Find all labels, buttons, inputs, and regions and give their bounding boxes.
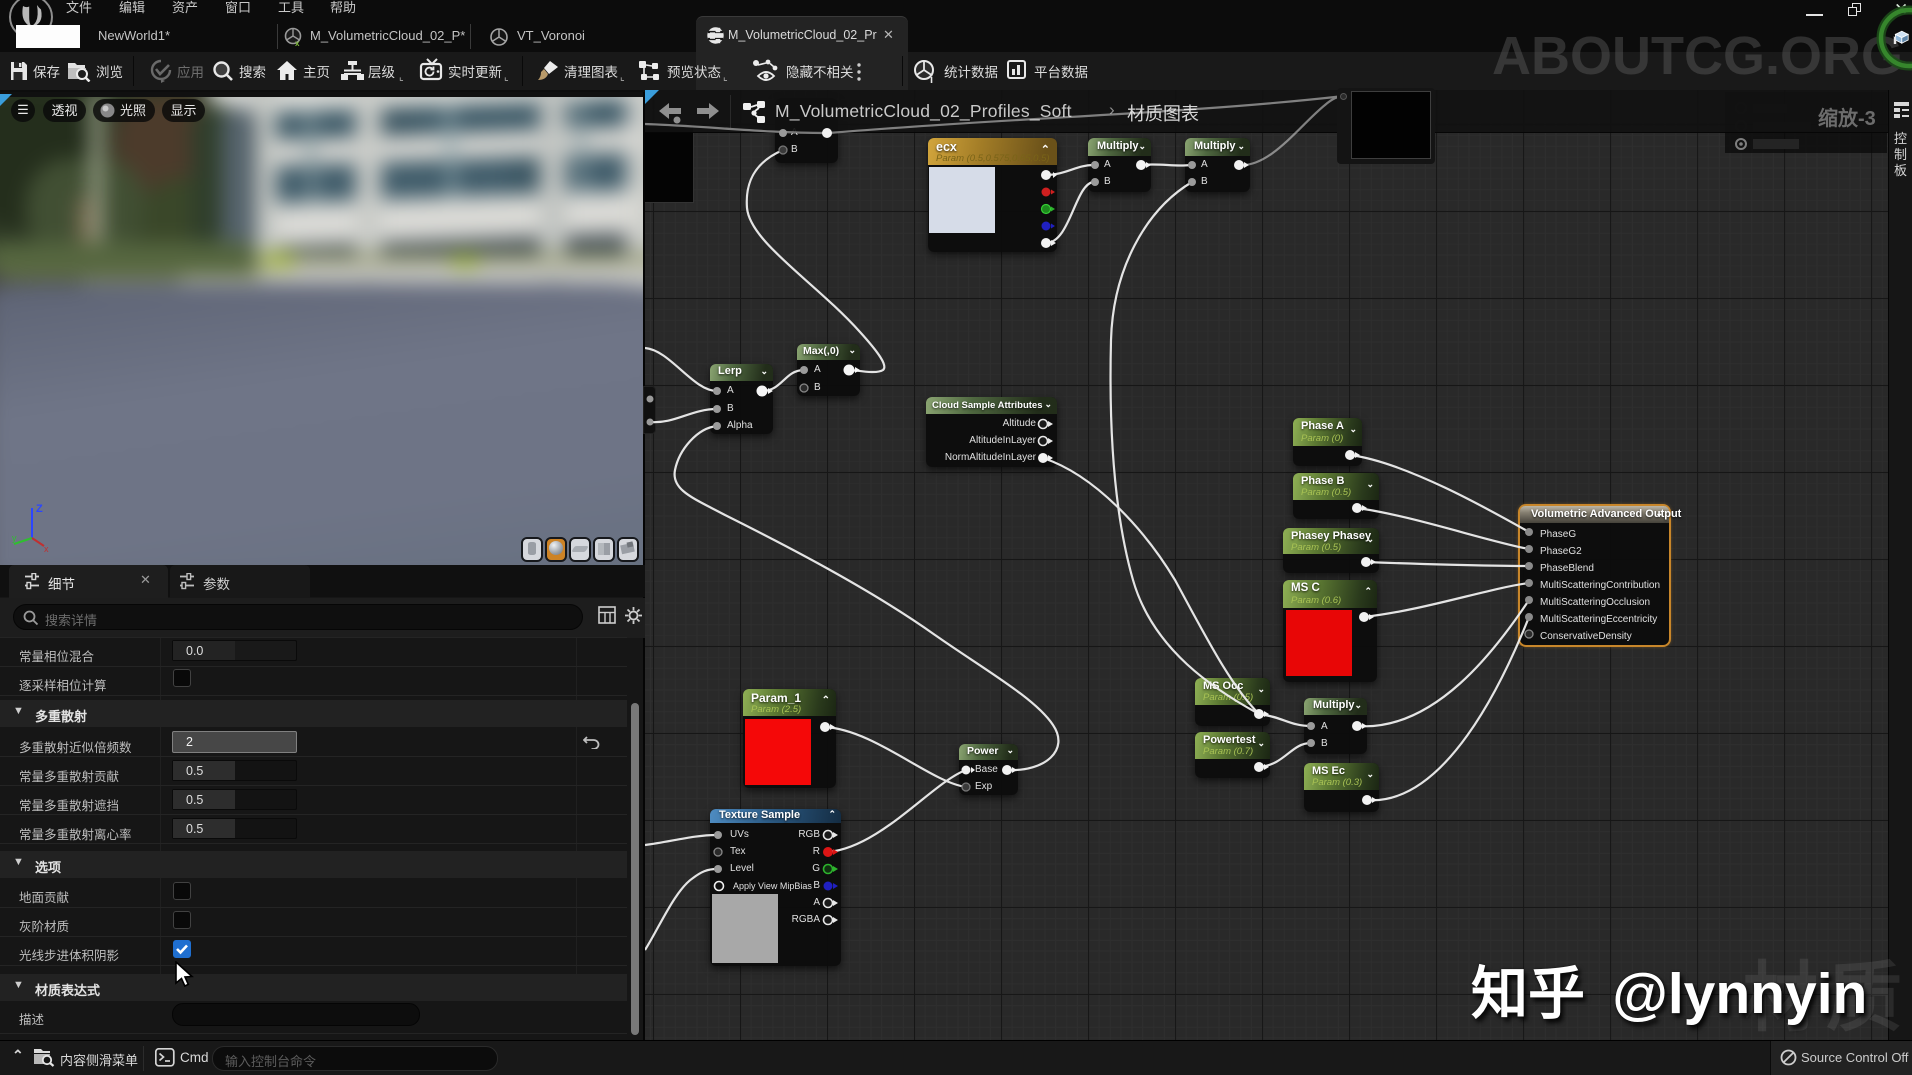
svg-text:x: x: [44, 544, 49, 554]
svg-text:x: x: [295, 39, 300, 47]
svg-text:Z: Z: [36, 503, 43, 515]
svg-text:y: y: [12, 533, 17, 543]
svg-text:i: i: [930, 74, 933, 85]
